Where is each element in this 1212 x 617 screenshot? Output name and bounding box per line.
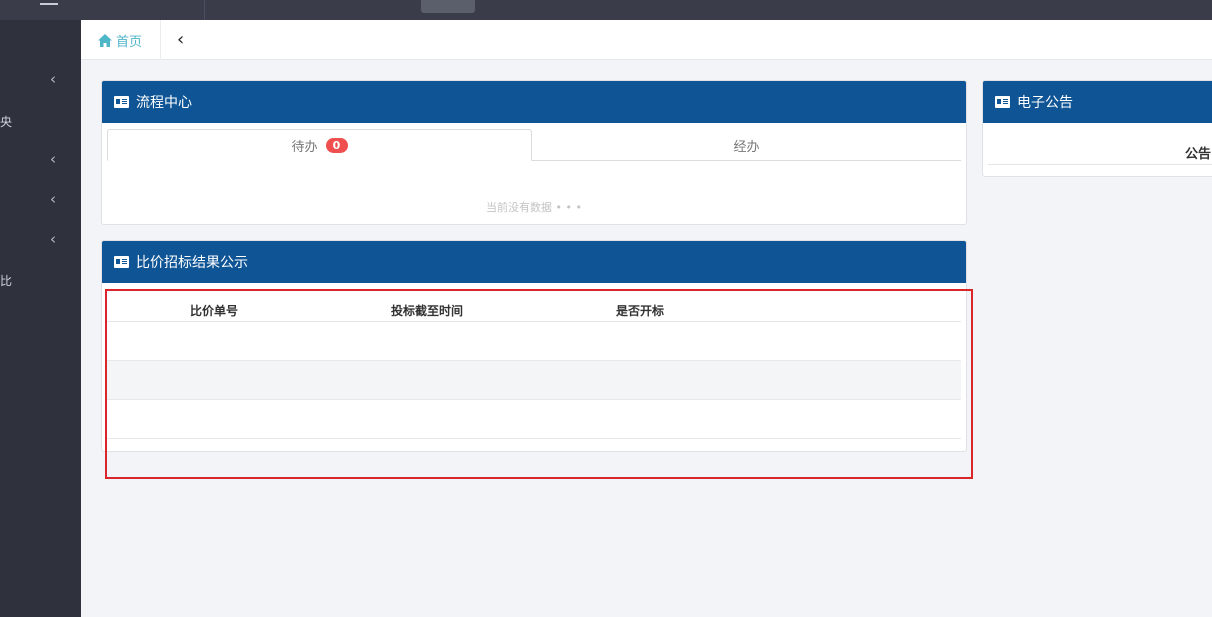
chevron-left-icon[interactable]: ‹ <box>46 192 60 207</box>
main-content: 流程中心 待办 0 经办 当前没有数据 • • • 电子公告 公告 比价招标结果… <box>91 68 1212 617</box>
notice-column-header: 公告 <box>1185 147 1212 162</box>
panel-header: 电子公告 <box>983 81 1212 123</box>
flow-tabs: 待办 0 经办 <box>107 129 961 161</box>
table-row[interactable] <box>107 322 961 361</box>
panel-header: 比价招标结果公示 <box>102 241 966 283</box>
bid-result-panel: 比价招标结果公示 比价单号 投标截至时间 是否开标 <box>101 240 967 452</box>
chevron-left-icon[interactable]: ‹ <box>46 152 60 167</box>
tab-todo[interactable]: 待办 0 <box>107 129 532 161</box>
sidebar-item-label[interactable]: 央 <box>0 113 12 130</box>
back-arrow-icon[interactable]: ‹ <box>177 31 195 49</box>
panel-title: 电子公告 <box>1017 95 1073 111</box>
card-icon <box>114 96 129 108</box>
tab-handled[interactable]: 经办 <box>532 129 961 161</box>
tab-label: 经办 <box>733 139 760 155</box>
column-header-deadline[interactable]: 投标截至时间 <box>391 302 463 319</box>
card-icon <box>995 96 1010 108</box>
table-row[interactable] <box>107 361 961 400</box>
card-icon <box>114 256 129 268</box>
sidebar: ‹ 央 ‹ ‹ ‹ 比 <box>0 20 81 617</box>
table-row[interactable] <box>107 400 961 439</box>
panel-header: 流程中心 <box>102 81 966 123</box>
top-tab-divider <box>204 0 205 20</box>
top-navbar <box>0 0 1212 20</box>
column-header-bid-no[interactable]: 比价单号 <box>190 302 238 319</box>
column-header-opened[interactable]: 是否开标 <box>616 302 664 319</box>
home-label: 首页 <box>116 34 143 50</box>
flow-center-panel: 流程中心 待办 0 经办 当前没有数据 • • • <box>101 80 967 225</box>
panel-title: 流程中心 <box>136 95 192 111</box>
notice-panel: 电子公告 公告 <box>982 80 1212 177</box>
menu-icon[interactable] <box>40 0 58 5</box>
home-icon <box>98 33 112 47</box>
chevron-left-icon[interactable]: ‹ <box>46 72 60 87</box>
breadcrumb: 首页 ‹ <box>81 20 1212 60</box>
bid-result-table: 比价单号 投标截至时间 是否开标 <box>107 295 961 439</box>
table-header: 比价单号 投标截至时间 是否开标 <box>107 295 961 322</box>
top-action-button[interactable] <box>421 0 475 13</box>
panel-title: 比价招标结果公示 <box>136 255 248 271</box>
notice-table-header: 公告 <box>988 131 1212 165</box>
empty-state-text: 当前没有数据 • • • <box>486 201 582 214</box>
home-tab[interactable]: 首页 <box>81 20 161 60</box>
sidebar-item-label[interactable]: 比 <box>0 272 12 289</box>
tab-label: 待办 <box>291 139 318 155</box>
chevron-left-icon[interactable]: ‹ <box>46 232 60 247</box>
count-badge: 0 <box>325 137 348 153</box>
